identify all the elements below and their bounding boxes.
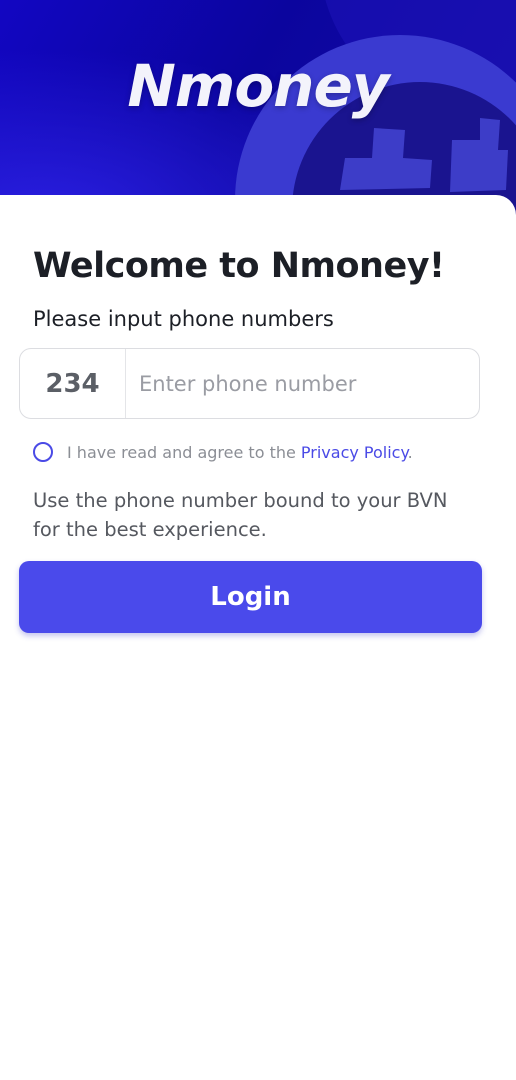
page-title: Welcome to Nmoney! [33, 246, 445, 286]
phone-field-group: 234 [19, 348, 480, 419]
agree-radio[interactable] [33, 442, 53, 462]
phone-prompt-label: Please input phone numbers [33, 307, 334, 331]
bvn-hint-text: Use the phone number bound to your BVN f… [33, 489, 448, 541]
agreement-text: I have read and agree to the Privacy Pol… [67, 443, 413, 462]
agreement-suffix: . [407, 442, 413, 462]
app-logo: Nmoney [127, 52, 389, 120]
privacy-policy-link[interactable]: Privacy Policy [301, 443, 408, 462]
country-code: 234 [20, 349, 126, 418]
privacy-agreement: I have read and agree to the Privacy Pol… [33, 442, 413, 462]
agreement-label: I have read and agree to the [67, 442, 301, 462]
phone-number-input[interactable] [126, 349, 479, 418]
login-button[interactable]: Login [19, 561, 482, 633]
